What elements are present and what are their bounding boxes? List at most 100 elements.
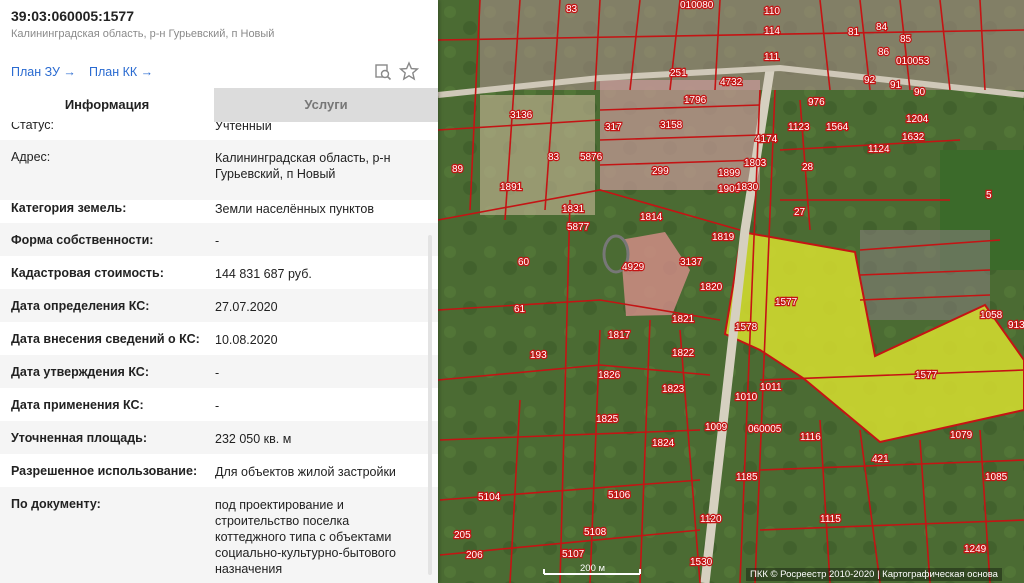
parcel-label: 86 <box>878 47 890 58</box>
parcel-label: 28 <box>802 162 814 173</box>
parcel-label: 1085 <box>985 472 1008 483</box>
parcel-label: 4174 <box>755 134 778 145</box>
parcel-label: 61 <box>514 304 526 315</box>
row-label: Уточненная площадь: <box>11 431 148 445</box>
parcel-label: 5877 <box>567 222 590 233</box>
parcel-label: 1079 <box>950 430 973 441</box>
parcel-label: 1011 <box>760 382 782 393</box>
row-cost-date: Дата определения КС: 27.07.2020 <box>0 289 438 322</box>
row-value: Земли населённых пунктов <box>215 202 374 216</box>
row-label: Статус: <box>11 122 54 132</box>
parcel-label: 1123 <box>788 122 810 133</box>
star-icon[interactable] <box>399 61 419 81</box>
parcel-label: 84 <box>876 22 888 33</box>
row-value: Учтенный <box>215 122 272 133</box>
row-label: Адрес: <box>11 150 51 164</box>
parcel-label: 1796 <box>684 95 707 106</box>
parcel-label: 1010 <box>735 392 758 403</box>
row-value: 144 831 687 руб. <box>215 267 312 281</box>
parcel-label: 111 <box>764 52 780 63</box>
parcel-label: 1058 <box>980 310 1003 321</box>
parcel-label: 1115 <box>820 514 841 525</box>
parcel-label: 206 <box>466 550 483 561</box>
parcel-label: 1814 <box>640 212 663 223</box>
parcel-label: 91 <box>890 80 902 91</box>
tab-info[interactable]: Информация <box>0 88 214 122</box>
parcel-label: 1530 <box>690 557 713 568</box>
parcel-label: 913 <box>1008 320 1024 331</box>
parcel-label: 4732 <box>720 77 743 88</box>
parcel-label: 1825 <box>596 414 619 425</box>
row-area: Уточненная площадь: 232 050 кв. м <box>0 421 438 454</box>
parcel-label: 85 <box>900 34 912 45</box>
parcel-label: 1817 <box>608 330 631 341</box>
row-value: - <box>215 399 220 413</box>
parcel-label: 1577 <box>915 370 938 381</box>
parcel-label: 89 <box>452 164 464 175</box>
parcel-label: 83 <box>566 4 578 15</box>
row-label: Дата определения КС: <box>11 299 150 313</box>
row-label: По документу: <box>11 497 101 511</box>
parcel-label: 060005 <box>748 424 782 435</box>
row-value: 27.07.2020 <box>215 300 278 314</box>
parcel-label: 3158 <box>660 120 683 131</box>
parcel-label: 1822 <box>672 348 695 359</box>
parcel-label: 5104 <box>478 492 501 503</box>
parcel-label: 4929 <box>622 262 645 273</box>
row-cost-application-date: Дата применения КС: - <box>0 388 438 421</box>
parcel-label: 1204 <box>906 114 929 125</box>
row-label: Разрешенное использование: <box>11 464 198 478</box>
scale-label: 200 м <box>580 563 606 574</box>
parcel-label: 1632 <box>902 132 925 143</box>
parcel-label: 1899 <box>718 168 741 179</box>
row-value: 232 050 кв. м <box>215 432 292 446</box>
parcel-label: 83 <box>548 152 560 163</box>
parcel-label: 5 <box>986 190 992 201</box>
plan-kk-link[interactable]: План КК → <box>89 65 153 79</box>
row-label: Категория земель: <box>11 201 127 215</box>
parcel-label: 1821 <box>672 314 695 325</box>
parcel-label: 5876 <box>580 152 603 163</box>
attributes-table: Статус: Учтенный Адрес: Калининградская … <box>0 122 438 583</box>
parcel-label: 3136 <box>510 110 533 121</box>
parcel-label: 1009 <box>705 422 728 433</box>
parcel-label: 205 <box>454 530 471 541</box>
parcel-label: 1823 <box>662 384 685 395</box>
row-land-category: Категория земель: Земли населённых пункт… <box>0 190 438 223</box>
tab-services[interactable]: Услуги <box>214 88 438 122</box>
row-by-document: По документу: под проектирование и строи… <box>0 487 438 583</box>
row-label: Дата внесения сведений о КС: <box>11 332 200 346</box>
cadastral-number: 39:03:060005:1577 <box>11 8 134 24</box>
row-permitted-use: Разрешенное использование: Для объектов … <box>0 454 438 487</box>
info-panel: 39:03:060005:1577 Калининградская област… <box>0 0 438 583</box>
row-value: 10.08.2020 <box>215 333 278 347</box>
row-cost-approval-date: Дата утверждения КС: - <box>0 355 438 388</box>
parcel-label: 1185 <box>736 472 758 483</box>
parcel-label: 1578 <box>735 322 758 333</box>
panel-scrollbar[interactable] <box>428 235 432 575</box>
parcel-label: 114 <box>764 26 780 37</box>
row-cadastral-cost: Кадастровая стоимость: 144 831 687 руб. <box>0 256 438 289</box>
parcel-label: 1831 <box>562 204 585 215</box>
search-document-icon[interactable] <box>373 61 393 81</box>
row-cost-entry-date: Дата внесения сведений о КС: 10.08.2020 <box>0 322 438 355</box>
parcel-label: 299 <box>652 166 669 177</box>
parcel-label: 1891 <box>500 182 523 193</box>
parcel-label: 5108 <box>584 527 607 538</box>
parcel-label: 90 <box>914 87 926 98</box>
row-label: Дата применения КС: <box>11 398 144 412</box>
parcel-label: 5106 <box>608 490 631 501</box>
tab-bar: Информация Услуги <box>0 88 438 122</box>
parcel-label: 110 <box>764 6 780 17</box>
parcel-label: 27 <box>794 207 806 218</box>
parcel-label: 1564 <box>826 122 849 133</box>
parcel-label: 1803 <box>744 158 767 169</box>
parcel-label: 421 <box>872 454 889 465</box>
settlement-area <box>480 0 1024 90</box>
plan-zu-link[interactable]: План ЗУ → <box>11 65 76 79</box>
parcel-label: 92 <box>864 75 876 86</box>
parcel-label: 81 <box>848 27 860 38</box>
parcel-label: 5107 <box>562 549 585 560</box>
row-value: под проектирование и строительство посел… <box>215 498 396 576</box>
parcel-label: 317 <box>605 122 622 133</box>
